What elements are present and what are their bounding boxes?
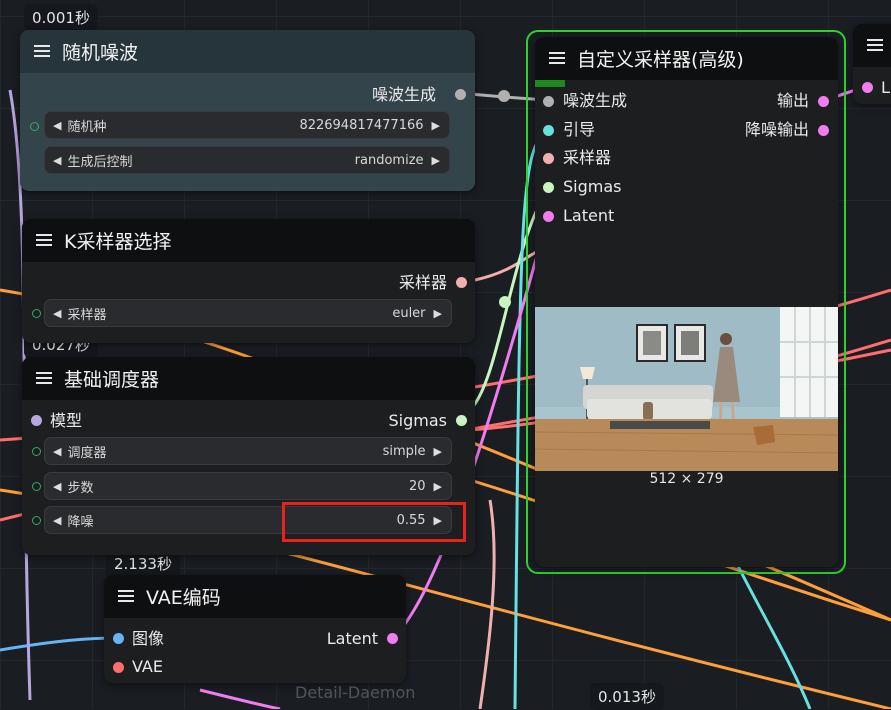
menu-icon[interactable] (36, 372, 52, 385)
vae-encode-node[interactable]: VAE编码 图像 VAE Latent (104, 575, 406, 683)
output-socket-sampler[interactable] (456, 277, 467, 288)
steps-widget[interactable]: ◀ 步数 20 ▶ (44, 472, 452, 500)
input-label-image: 图像 (132, 629, 165, 648)
menu-icon[interactable] (34, 45, 50, 58)
vae-node-header[interactable]: VAE编码 (104, 575, 406, 618)
right-partial-node[interactable]: L V (853, 24, 891, 104)
control-after-generate-widget[interactable]: ◀ 生成后控制 randomize ▶ (44, 146, 450, 174)
input-socket-sigmas[interactable] (543, 182, 554, 193)
menu-icon[interactable] (549, 52, 565, 65)
widget-value: randomize (354, 152, 424, 168)
widget-name: 生成后控制 (67, 154, 133, 170)
seed-widget[interactable]: ◀ 随机种 822694817477166 ▶ (44, 111, 450, 139)
menu-icon[interactable] (867, 39, 883, 52)
input-label-noise: 噪波生成 (563, 91, 628, 110)
node-title: VAE编码 (146, 587, 221, 609)
widget-value: simple (382, 443, 426, 459)
output-label-sampler: 采样器 (398, 273, 447, 292)
input-socket-guider[interactable] (543, 125, 554, 136)
sampler-name-widget[interactable]: ◀ 采样器 euler ▶ (44, 299, 452, 327)
menu-icon[interactable] (118, 590, 134, 603)
timing-badge-bottom: 0.013秒 (590, 683, 664, 710)
scheduler-node-header[interactable]: 基础调度器 (22, 357, 475, 400)
ksampler-select-node[interactable]: K采样器选择 采样器 ◀ 采样器 euler ▶ (22, 219, 475, 343)
input-label-sampler: 采样器 (563, 148, 612, 167)
input-label-sigmas: Sigmas (563, 177, 622, 196)
output-label-denoised: 降噪输出 (744, 120, 809, 139)
widget-name: 采样器 (67, 307, 107, 323)
widget-input-socket[interactable] (32, 447, 41, 456)
output-label-sigmas: Sigmas (388, 411, 447, 430)
increment-arrow-icon[interactable]: ▶ (434, 445, 442, 458)
scheduler-widget[interactable]: ◀ 调度器 simple ▶ (44, 437, 452, 465)
input-socket-sampler[interactable] (543, 153, 554, 164)
node-title: 自定义采样器(高级) (577, 49, 744, 71)
menu-icon[interactable] (36, 234, 52, 247)
output-socket-output[interactable] (818, 96, 829, 107)
input-socket-image[interactable] (113, 633, 124, 644)
decrement-arrow-icon[interactable]: ◀ (53, 119, 61, 132)
input-label-guider: 引导 (563, 120, 596, 139)
input-label-vae: VAE (132, 657, 163, 676)
widget-input-socket[interactable] (32, 482, 41, 491)
node-title: K采样器选择 (64, 231, 172, 253)
noise-node[interactable]: 随机噪波 噪波生成 ◀ 随机种 822694817477166 ▶ ◀ 生成后控… (20, 30, 475, 191)
increment-arrow-icon[interactable]: ▶ (434, 480, 442, 493)
increment-arrow-icon[interactable]: ▶ (432, 154, 440, 167)
increment-arrow-icon[interactable]: ▶ (432, 119, 440, 132)
right-node-header[interactable] (853, 24, 891, 67)
group-label: Detail-Daemon (295, 683, 416, 702)
widget-value: 822694817477166 (299, 117, 424, 133)
input-label-model: 模型 (50, 411, 83, 430)
custom-sampler-header[interactable]: 自定义采样器(高级) (535, 37, 838, 80)
node-title: 基础调度器 (64, 369, 160, 391)
noise-node-header[interactable]: 随机噪波 (20, 30, 475, 73)
node-title: 随机噪波 (62, 42, 139, 64)
input-label-latent: Latent (563, 206, 615, 225)
decrement-arrow-icon[interactable]: ◀ (53, 514, 61, 527)
highlight-box (282, 502, 466, 542)
output-label-output: 输出 (776, 91, 809, 110)
ksampler-node-header[interactable]: K采样器选择 (22, 219, 475, 262)
widget-value: euler (392, 305, 426, 321)
output-socket-latent[interactable] (387, 633, 398, 644)
decrement-arrow-icon[interactable]: ◀ (53, 445, 61, 458)
input-socket-model[interactable] (31, 415, 42, 426)
widget-name: 调度器 (67, 445, 107, 461)
preview-size-label: 512 × 279 (649, 471, 724, 487)
widget-name: 随机种 (67, 119, 107, 135)
increment-arrow-icon[interactable]: ▶ (434, 307, 442, 320)
widget-value: 20 (408, 478, 426, 494)
sampler-custom-advanced-node[interactable]: 自定义采样器(高级) 噪波生成 引导 采样器 Sigmas Latent 输出 … (535, 37, 838, 567)
widget-name: 降噪 (67, 514, 94, 530)
output-socket-denoised[interactable] (818, 125, 829, 136)
input-socket-l[interactable] (862, 82, 873, 93)
widget-input-socket[interactable] (30, 122, 39, 131)
widget-name: 步数 (67, 480, 94, 496)
widget-input-socket[interactable] (32, 309, 41, 318)
input-socket-noise[interactable] (543, 96, 554, 107)
output-label-latent: Latent (326, 629, 378, 648)
timing-badge-noise: 0.001秒 (24, 4, 98, 31)
decrement-arrow-icon[interactable]: ◀ (53, 480, 61, 493)
output-socket-noise[interactable] (455, 89, 466, 100)
progress-bar (535, 80, 565, 87)
decrement-arrow-icon[interactable]: ◀ (53, 307, 61, 320)
decrement-arrow-icon[interactable]: ◀ (53, 154, 61, 167)
input-socket-latent[interactable] (543, 211, 554, 222)
input-label-l: L (881, 78, 890, 97)
widget-input-socket[interactable] (32, 516, 41, 525)
input-socket-vae[interactable] (113, 662, 124, 673)
preview-image (535, 307, 838, 471)
output-label-noise: 噪波生成 (371, 85, 436, 104)
output-socket-sigmas[interactable] (456, 415, 467, 426)
